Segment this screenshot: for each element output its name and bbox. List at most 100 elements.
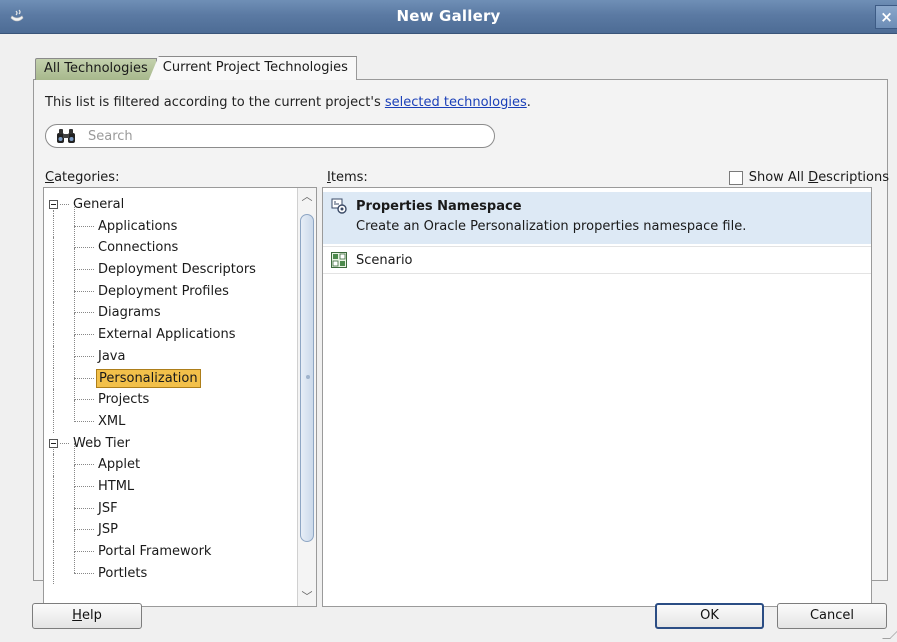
tree-label: Deployment Profiles (98, 283, 229, 299)
tree-leaf-projects[interactable]: Projects (44, 378, 298, 411)
tree-node-general[interactable]: General (44, 194, 298, 216)
tree-node-web-tier[interactable]: Web Tier (44, 433, 298, 455)
tree-connector (74, 464, 94, 466)
tree-connector (53, 541, 54, 563)
scroll-down-icon[interactable]: ﹀ (301, 591, 313, 603)
tree-leaf-portal-framework[interactable]: Portal Framework (44, 530, 298, 563)
tree-connector (74, 312, 94, 314)
item-description: Create an Oracle Personalization propert… (356, 219, 747, 234)
tree-connector (74, 551, 75, 574)
filter-note-text: This list is filtered according to the c… (45, 95, 385, 110)
checkbox-box[interactable] (728, 170, 743, 185)
tree-connector (53, 324, 54, 346)
search-field[interactable] (45, 124, 495, 148)
tree-leaf-applet[interactable]: Applet (44, 443, 298, 476)
tree-connector (53, 345, 54, 368)
show-all-label: Show All Descriptions (748, 170, 889, 185)
tree-connector (74, 572, 94, 574)
tree-label: Deployment Descriptors (98, 262, 256, 278)
tree-list: General Applications Connections Deployment… (44, 194, 298, 585)
tree-label: Java (98, 348, 126, 364)
tree-leaf-xml[interactable]: XML (44, 399, 298, 433)
tree-leaf-external-applications[interactable]: External Applications (44, 313, 298, 346)
resize-grip-icon[interactable] (882, 631, 897, 639)
grip-icon (306, 375, 310, 379)
tree-label: General (73, 197, 125, 212)
categories-scrollbar[interactable]: ︿ ﹀ (297, 188, 316, 606)
cancel-button[interactable]: Cancel (777, 603, 887, 629)
window-title: New Gallery (396, 7, 501, 25)
tree-leaf-html[interactable]: HTML (44, 464, 298, 498)
tree-connector (53, 389, 54, 411)
filter-note: This list is filtered according to the c… (45, 95, 531, 110)
search-input[interactable] (88, 127, 478, 145)
tree-connector (53, 410, 54, 433)
tree-leaf-jsf[interactable]: JSF (44, 486, 298, 520)
tree-label: Projects (98, 392, 150, 408)
scenario-icon (331, 252, 347, 268)
tree-connector (53, 237, 54, 260)
collapse-icon[interactable] (49, 438, 58, 448)
tree-connector (53, 454, 54, 476)
tree-leaf-deployment-profiles[interactable]: Deployment Profiles (44, 269, 298, 303)
tree-connector (74, 247, 94, 249)
categories-tree[interactable]: General Applications Connections Deployment… (43, 187, 317, 607)
tab-all-technologies[interactable]: All Technologies (35, 58, 157, 80)
tree-leaf-applications[interactable]: Applications (44, 204, 298, 238)
tree-label: JSP (98, 522, 118, 538)
scrollbar-thumb[interactable] (300, 214, 314, 542)
tree-leaf-connections[interactable]: Connections (44, 226, 298, 260)
tree-connector (74, 399, 75, 422)
tree-connector (53, 562, 54, 585)
tree-connector (74, 378, 75, 400)
tree-leaf-deployment-descriptors[interactable]: Deployment Descriptors (44, 248, 298, 281)
items-list[interactable]: Properties Namespace Create an Oracle Pe… (322, 187, 872, 607)
tab-current-project-technologies[interactable]: Current Project Technologies (148, 56, 357, 80)
tree-label: Applet (98, 457, 141, 473)
collapse-icon[interactable] (49, 200, 58, 209)
item-name: Properties Namespace (356, 199, 522, 214)
tree-label: Diagrams (98, 305, 161, 321)
tree-connector (74, 225, 94, 227)
scroll-up-icon[interactable]: ︿ (301, 191, 313, 203)
tree-leaf-portlets[interactable]: Portlets (44, 551, 298, 585)
help-button[interactable]: Help (32, 603, 142, 629)
tree-connector (74, 248, 75, 270)
selected-technologies-link[interactable]: selected technologies (385, 95, 527, 110)
item-properties-namespace[interactable]: Properties Namespace Create an Oracle Pe… (323, 192, 871, 244)
tree-connector (74, 204, 75, 227)
filter-note-suffix: . (526, 95, 531, 110)
tree-connector (53, 280, 54, 303)
close-icon: × (880, 8, 893, 26)
tree-leaf-personalization[interactable]: Personalization (44, 356, 298, 390)
show-all-descriptions-checkbox[interactable]: Show All Descriptions (728, 170, 889, 185)
tree-connector (74, 226, 75, 249)
item-scenario[interactable]: Scenario (323, 246, 871, 274)
tree-connector (74, 313, 75, 335)
tree-leaf-diagrams[interactable]: Diagrams (44, 291, 298, 325)
tree-label: XML (98, 413, 126, 429)
new-gallery-dialog: All Technologies Current Project Technol… (0, 34, 897, 642)
tree-label: JSF (98, 500, 118, 516)
tree-connector (53, 497, 54, 520)
title-bar[interactable]: New Gallery × (0, 0, 897, 34)
tree-label: Applications (98, 218, 178, 234)
tree-connector (74, 551, 94, 552)
tree-connector (74, 464, 75, 487)
tree-connector (74, 290, 94, 292)
tree-connector (53, 215, 54, 238)
tree-connector (74, 291, 75, 314)
tab-strip: All Technologies Current Project Technol… (35, 56, 357, 80)
tree-leaf-java[interactable]: Java (44, 334, 298, 368)
tree-connector (74, 377, 94, 379)
tree-label: Portal Framework (98, 544, 212, 559)
ok-button[interactable]: OK (655, 603, 764, 629)
tree-connector (74, 356, 75, 379)
tree-connector (74, 334, 94, 336)
tree-connector (74, 355, 94, 357)
binoculars-icon (57, 129, 75, 143)
tree-label: External Applications (98, 327, 236, 343)
tree-connector (74, 530, 75, 552)
close-button[interactable]: × (875, 5, 897, 29)
tree-leaf-jsp[interactable]: JSP (44, 508, 298, 541)
